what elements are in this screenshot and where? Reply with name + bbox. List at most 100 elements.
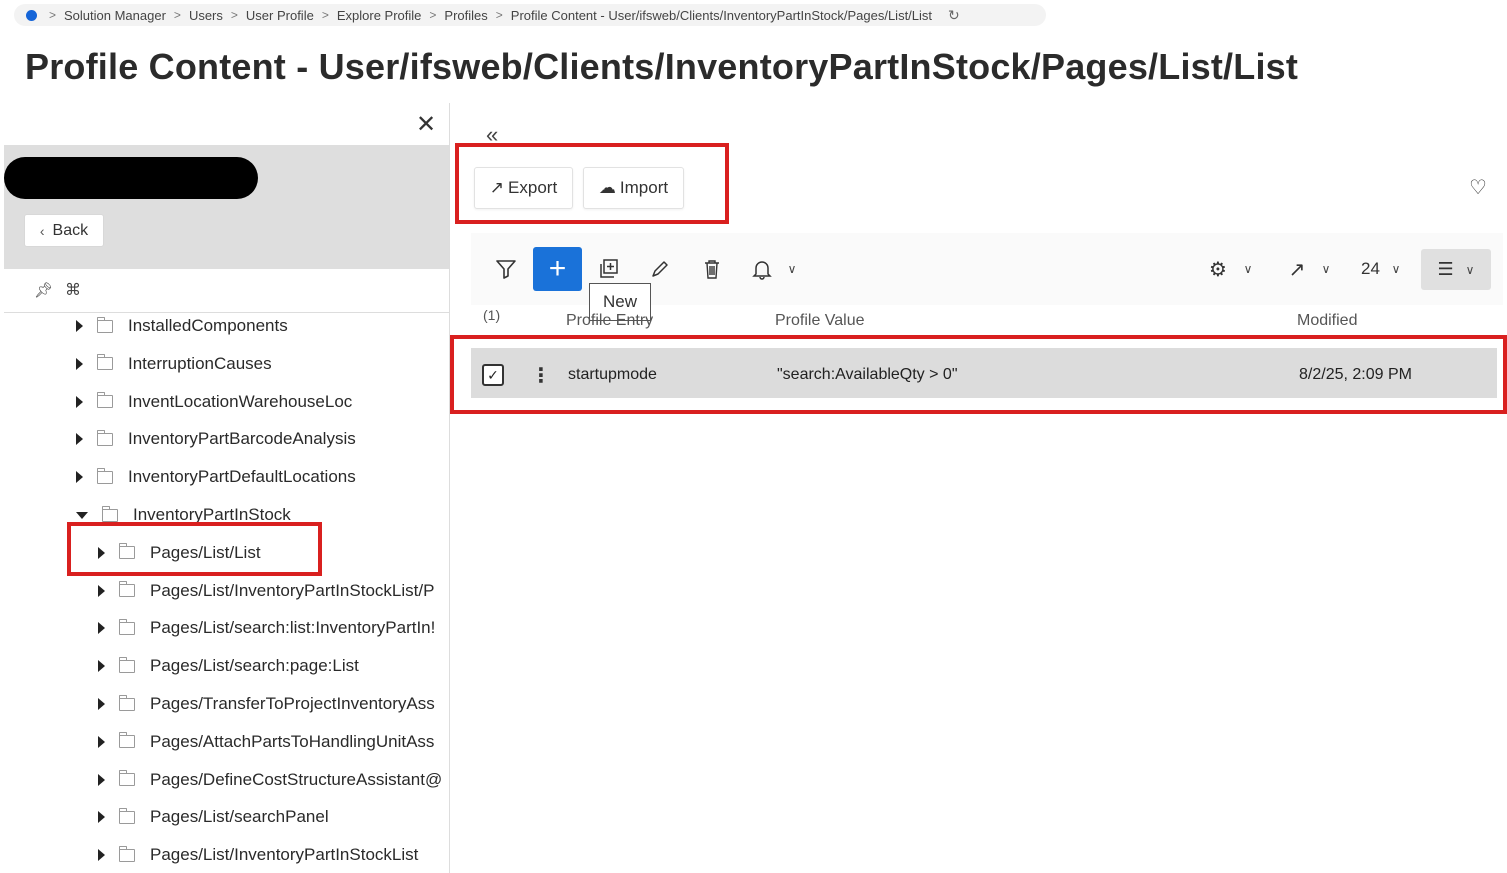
- plus-icon: +: [548, 252, 567, 285]
- tree-item[interactable]: InventoryPartBarcodeAnalysis: [76, 420, 356, 458]
- gear-icon[interactable]: ⚙: [1206, 256, 1230, 282]
- folder-icon: [119, 581, 135, 598]
- delete-icon[interactable]: [700, 256, 724, 282]
- folder-icon: [119, 618, 135, 635]
- caret-right-icon[interactable]: [98, 811, 105, 824]
- folder-icon: [119, 845, 135, 862]
- tree-item[interactable]: InventLocationWarehouseLoc: [76, 383, 352, 421]
- folder-icon: [119, 732, 135, 749]
- caret-down-icon[interactable]: [76, 511, 88, 519]
- back-button-label: Back: [52, 221, 89, 239]
- pin-icon[interactable]: 📌︎: [34, 281, 53, 299]
- caret-right-icon[interactable]: [76, 433, 83, 446]
- record-count: (1): [483, 307, 501, 323]
- tree-item[interactable]: Pages/DefineCostStructureAssistant@: [98, 761, 442, 799]
- page-size-select[interactable]: 24: [1361, 259, 1380, 279]
- redacted-area: [4, 157, 258, 199]
- caret-right-icon[interactable]: [76, 471, 83, 484]
- tree-item[interactable]: Pages/AttachPartsToHandlingUnitAss: [98, 723, 434, 761]
- chevron-right-icon: >: [49, 8, 57, 22]
- tree-item[interactable]: InstalledComponents: [76, 313, 288, 345]
- tree-item-label: Pages/DefineCostStructureAssistant@: [150, 769, 443, 789]
- tree-item[interactable]: Pages/TransferToProjectInventoryAss: [98, 685, 435, 723]
- edit-icon[interactable]: [648, 256, 672, 282]
- chevron-right-icon: >: [429, 8, 437, 22]
- share-icon[interactable]: ↗: [1285, 256, 1309, 282]
- caret-right-icon[interactable]: [76, 395, 83, 408]
- chevron-down-icon[interactable]: ∨: [1389, 262, 1403, 276]
- column-header-profile-value[interactable]: Profile Value: [775, 312, 865, 330]
- navigator-panel: ✕ ‹ Back 📌︎ ⌘ InstalledComponents Interru…: [4, 103, 450, 873]
- caret-right-icon[interactable]: [98, 773, 105, 786]
- tree-selection-highlight: [67, 522, 322, 576]
- navigator-toolbar: 📌︎ ⌘: [4, 269, 449, 313]
- folder-icon: [97, 429, 113, 446]
- new-button[interactable]: +: [533, 247, 582, 291]
- chevron-right-icon: >: [321, 8, 329, 22]
- chevron-down-icon[interactable]: ∨: [1319, 262, 1333, 276]
- tree-item-label: InterruptionCauses: [128, 353, 272, 373]
- tree-item-label: InventoryPartBarcodeAnalysis: [128, 429, 356, 449]
- close-icon[interactable]: ✕: [416, 113, 436, 137]
- breadcrumb-explore-profile[interactable]: Explore Profile: [337, 8, 422, 23]
- tree-item[interactable]: Pages/List/searchPanel: [98, 798, 329, 836]
- profile-tree: InstalledComponents InterruptionCauses Inv…: [4, 313, 449, 873]
- tree-item-label: Pages/TransferToProjectInventoryAss: [150, 694, 435, 713]
- chevron-right-icon: >: [495, 8, 503, 22]
- filter-icon[interactable]: [494, 256, 518, 282]
- chevron-down-icon[interactable]: ∨: [1241, 262, 1255, 276]
- back-button[interactable]: ‹ Back: [24, 214, 104, 247]
- breadcrumb-user-profile[interactable]: User Profile: [246, 8, 314, 23]
- layout-button[interactable]: ☰ ∨: [1421, 249, 1491, 290]
- tree-item[interactable]: InventoryPartDefaultLocations: [76, 458, 356, 496]
- caret-right-icon[interactable]: [98, 849, 105, 862]
- chevron-right-icon: >: [173, 8, 181, 22]
- folder-icon: [119, 694, 135, 711]
- breadcrumb-profile-content: Profile Content - User/ifsweb/Clients/In…: [510, 7, 933, 23]
- page-title: Profile Content - User/ifsweb/Clients/In…: [25, 46, 1299, 87]
- caret-right-icon[interactable]: [76, 357, 83, 370]
- tree-item-label: Pages/List/search:page:List: [150, 656, 359, 676]
- breadcrumb-users[interactable]: Users: [189, 8, 223, 23]
- caret-right-icon[interactable]: [98, 622, 105, 635]
- caret-right-icon[interactable]: [98, 584, 105, 597]
- tree-item-label: Pages/List/InventoryPartInStockList/P: [150, 580, 435, 600]
- tree-item[interactable]: Pages/List/search:list:InventoryPartIn!: [98, 609, 435, 647]
- column-header-profile-entry[interactable]: Profile Entry: [566, 312, 653, 330]
- tree-item[interactable]: Pages/List/InventoryPartInStockList: [98, 836, 418, 873]
- heart-icon[interactable]: ♡: [1469, 175, 1487, 200]
- refresh-icon[interactable]: ↻: [948, 7, 960, 24]
- home-dot-icon[interactable]: [26, 9, 37, 21]
- folder-icon: [97, 354, 113, 371]
- chevron-down-icon: ∨: [1465, 262, 1475, 277]
- breadcrumb: > Solution Manager > Users > User Profil…: [14, 4, 1046, 26]
- bell-icon[interactable]: [750, 256, 774, 282]
- caret-right-icon[interactable]: [98, 735, 105, 748]
- chevron-right-icon: >: [230, 8, 238, 22]
- caret-right-icon[interactable]: [76, 320, 83, 332]
- folder-icon: [119, 807, 135, 824]
- tree-item-label: Pages/List/InventoryPartInStockList: [150, 845, 419, 865]
- tree-item-label: Pages/List/search:list:InventoryPartIn!: [150, 618, 436, 638]
- tree-item-label: InventLocationWarehouseLoc: [128, 391, 353, 411]
- folder-icon: [97, 316, 113, 333]
- row-highlight: [450, 335, 1507, 414]
- tree-item-label: InventoryPartDefaultLocations: [128, 467, 356, 487]
- tree-item[interactable]: InterruptionCauses: [76, 345, 272, 383]
- breadcrumb-profiles[interactable]: Profiles: [444, 8, 487, 23]
- duplicate-icon[interactable]: [597, 256, 621, 282]
- chevron-left-icon: ‹: [39, 222, 45, 239]
- columns-icon[interactable]: ⌘: [65, 280, 81, 300]
- folder-icon: [102, 505, 118, 522]
- tree-item[interactable]: Pages/List/search:page:List: [98, 647, 359, 685]
- tree-item-label: Pages/AttachPartsToHandlingUnitAss: [150, 731, 435, 751]
- folder-icon: [119, 656, 135, 673]
- actions-highlight: [455, 143, 729, 224]
- column-header-modified[interactable]: Modified: [1297, 312, 1357, 330]
- caret-right-icon[interactable]: [98, 660, 105, 673]
- chevron-down-icon[interactable]: ∨: [785, 262, 799, 276]
- tree-item[interactable]: Pages/List/InventoryPartInStockList/P: [98, 572, 434, 610]
- list-layout-icon: ☰: [1437, 259, 1454, 279]
- caret-right-icon[interactable]: [98, 698, 105, 710]
- breadcrumb-solution-manager[interactable]: Solution Manager: [64, 8, 166, 23]
